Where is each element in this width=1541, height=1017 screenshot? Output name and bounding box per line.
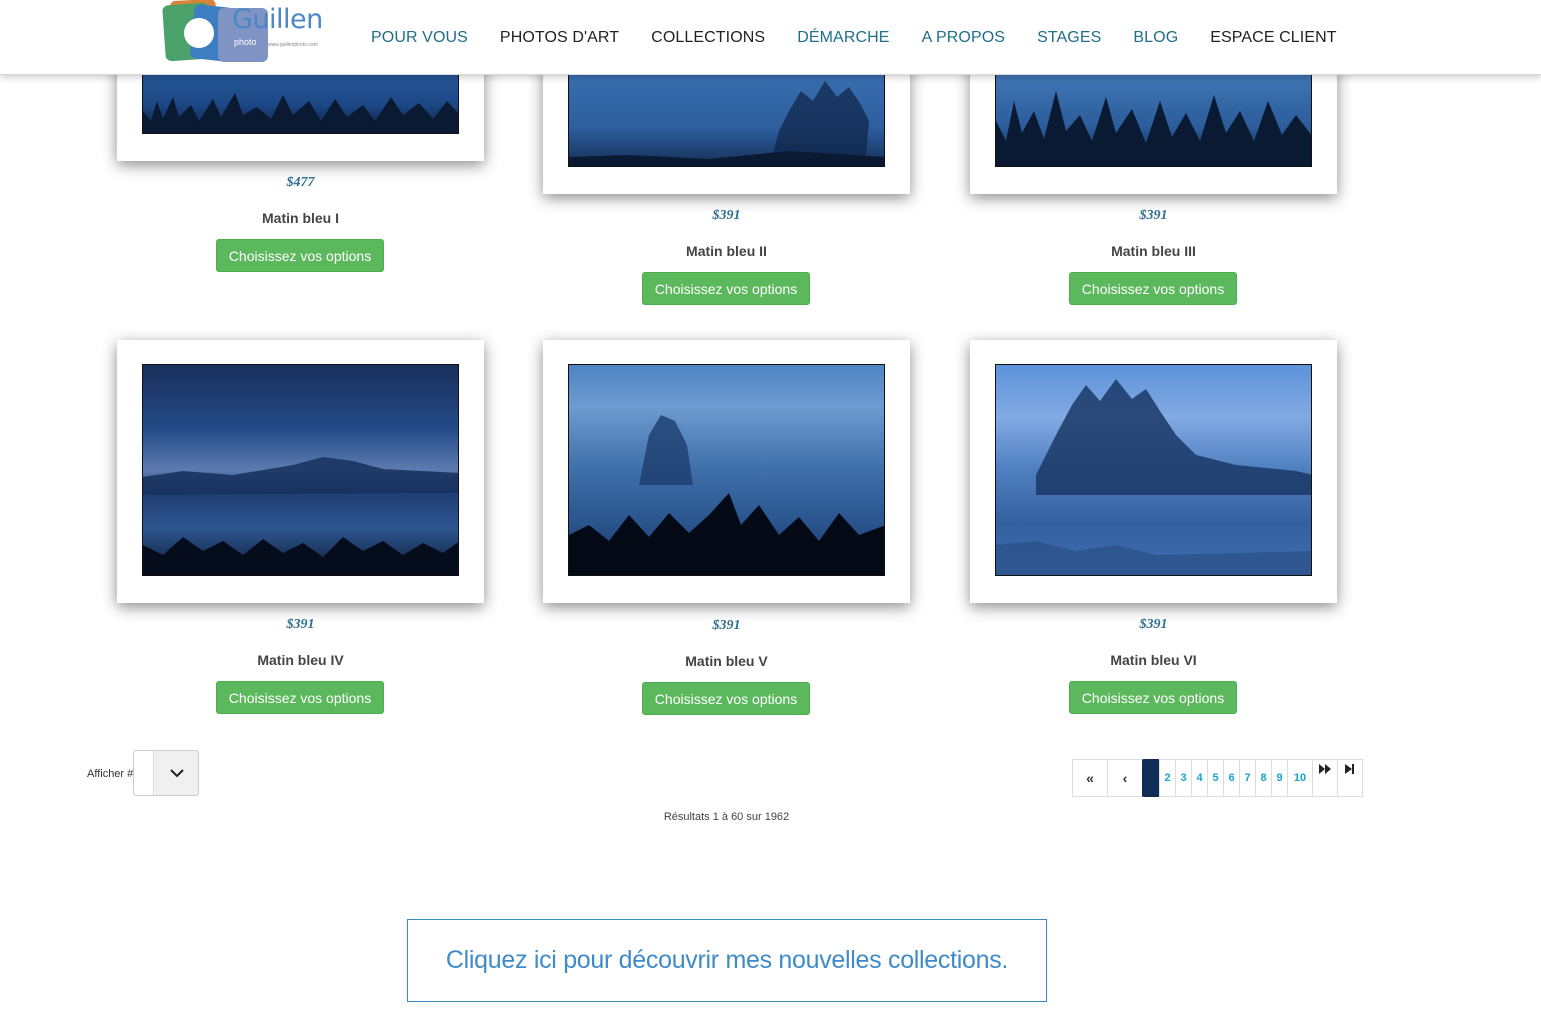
product-price: $391 [712,208,741,223]
new-collections-text: Cliquez ici pour découvrir mes nouvelles… [445,946,1009,974]
product-title[interactable]: Matin bleu II [543,243,910,259]
site-header: Guillen photo www.guillenphoto.com POUR … [0,0,1541,75]
pagination-last[interactable] [1337,759,1363,797]
logo-url-text: www.guillenphoto.com [268,42,318,48]
product-photo[interactable] [995,70,1312,167]
lens-circle-icon [184,18,214,48]
pagination-page[interactable]: 6 [1223,759,1240,797]
new-collections-link[interactable]: Cliquez ici pour découvrir mes nouvelles… [407,919,1047,1002]
logo-brand-text: Guillen [232,4,323,35]
nav-photos-art[interactable]: PHOTOS D'ART [500,29,619,47]
main-nav: POUR VOUS PHOTOS D'ART COLLECTIONS DÉMAR… [371,0,1369,75]
logo-sub-text: photo [234,37,257,47]
guillen-photo-logo[interactable]: Guillen photo www.guillenphoto.com [162,0,332,66]
product-photo[interactable] [142,364,459,576]
product-price: $477 [286,175,315,190]
nav-espace-client[interactable]: ESPACE CLIENT [1210,29,1336,47]
pagination-page[interactable]: 3 [1175,759,1192,797]
product-photo[interactable] [142,70,459,134]
choose-options-button[interactable]: Choisissez vos options [1069,681,1237,714]
product-title[interactable]: Matin bleu I [117,210,484,226]
nav-demarche[interactable]: DÉMARCHE [797,29,889,47]
nav-a-propos[interactable]: A PROPOS [922,29,1006,47]
nav-collections[interactable]: COLLECTIONS [651,29,765,47]
product-frame[interactable] [970,340,1337,603]
nav-pour-vous[interactable]: POUR VOUS [371,29,468,47]
product-photo[interactable] [568,70,885,167]
pagination-current-page[interactable]: 1 [1142,759,1160,797]
nav-stages[interactable]: STAGES [1037,29,1101,47]
choose-options-button[interactable]: Choisissez vos options [216,681,384,714]
pagination: « ‹ 1 2 3 4 5 6 7 8 9 10 [1072,759,1363,797]
chevron-down-icon [170,769,184,778]
product-title[interactable]: Matin bleu VI [970,652,1337,668]
skip-to-end-icon [1345,764,1354,774]
nav-blog[interactable]: BLOG [1133,29,1178,47]
product-price: $391 [286,617,315,632]
product-title[interactable]: Matin bleu III [970,243,1337,259]
choose-options-button[interactable]: Choisissez vos options [642,682,810,715]
pagination-page[interactable]: 2 [1159,759,1176,797]
product-price: $391 [1139,208,1168,223]
product-price: $391 [1139,617,1168,632]
product-frame[interactable] [117,340,484,603]
pagination-page[interactable]: 7 [1239,759,1256,797]
product-photo[interactable] [995,364,1312,576]
fast-forward-icon [1319,764,1331,774]
choose-options-button[interactable]: Choisissez vos options [1069,272,1237,305]
pagination-page[interactable]: 4 [1191,759,1208,797]
pagination-first[interactable]: « [1072,759,1108,797]
per-page-label: Afficher # [87,768,134,780]
product-photo[interactable] [568,364,885,576]
choose-options-button[interactable]: Choisissez vos options [642,272,810,305]
product-title[interactable]: Matin bleu IV [117,652,484,668]
pagination-page[interactable]: 8 [1255,759,1272,797]
per-page-select[interactable] [133,750,199,796]
choose-options-button[interactable]: Choisissez vos options [216,239,384,272]
pagination-next[interactable] [1312,759,1338,797]
pagination-prev[interactable]: ‹ [1107,759,1143,797]
pagination-page[interactable]: 5 [1207,759,1224,797]
product-title[interactable]: Matin bleu V [543,653,910,669]
results-count: Résultats 1 à 60 sur 1962 [663,811,790,823]
pagination-page[interactable]: 10 [1287,759,1313,797]
product-price: $391 [712,618,741,633]
pagination-page[interactable]: 9 [1271,759,1288,797]
product-frame[interactable] [543,340,910,603]
